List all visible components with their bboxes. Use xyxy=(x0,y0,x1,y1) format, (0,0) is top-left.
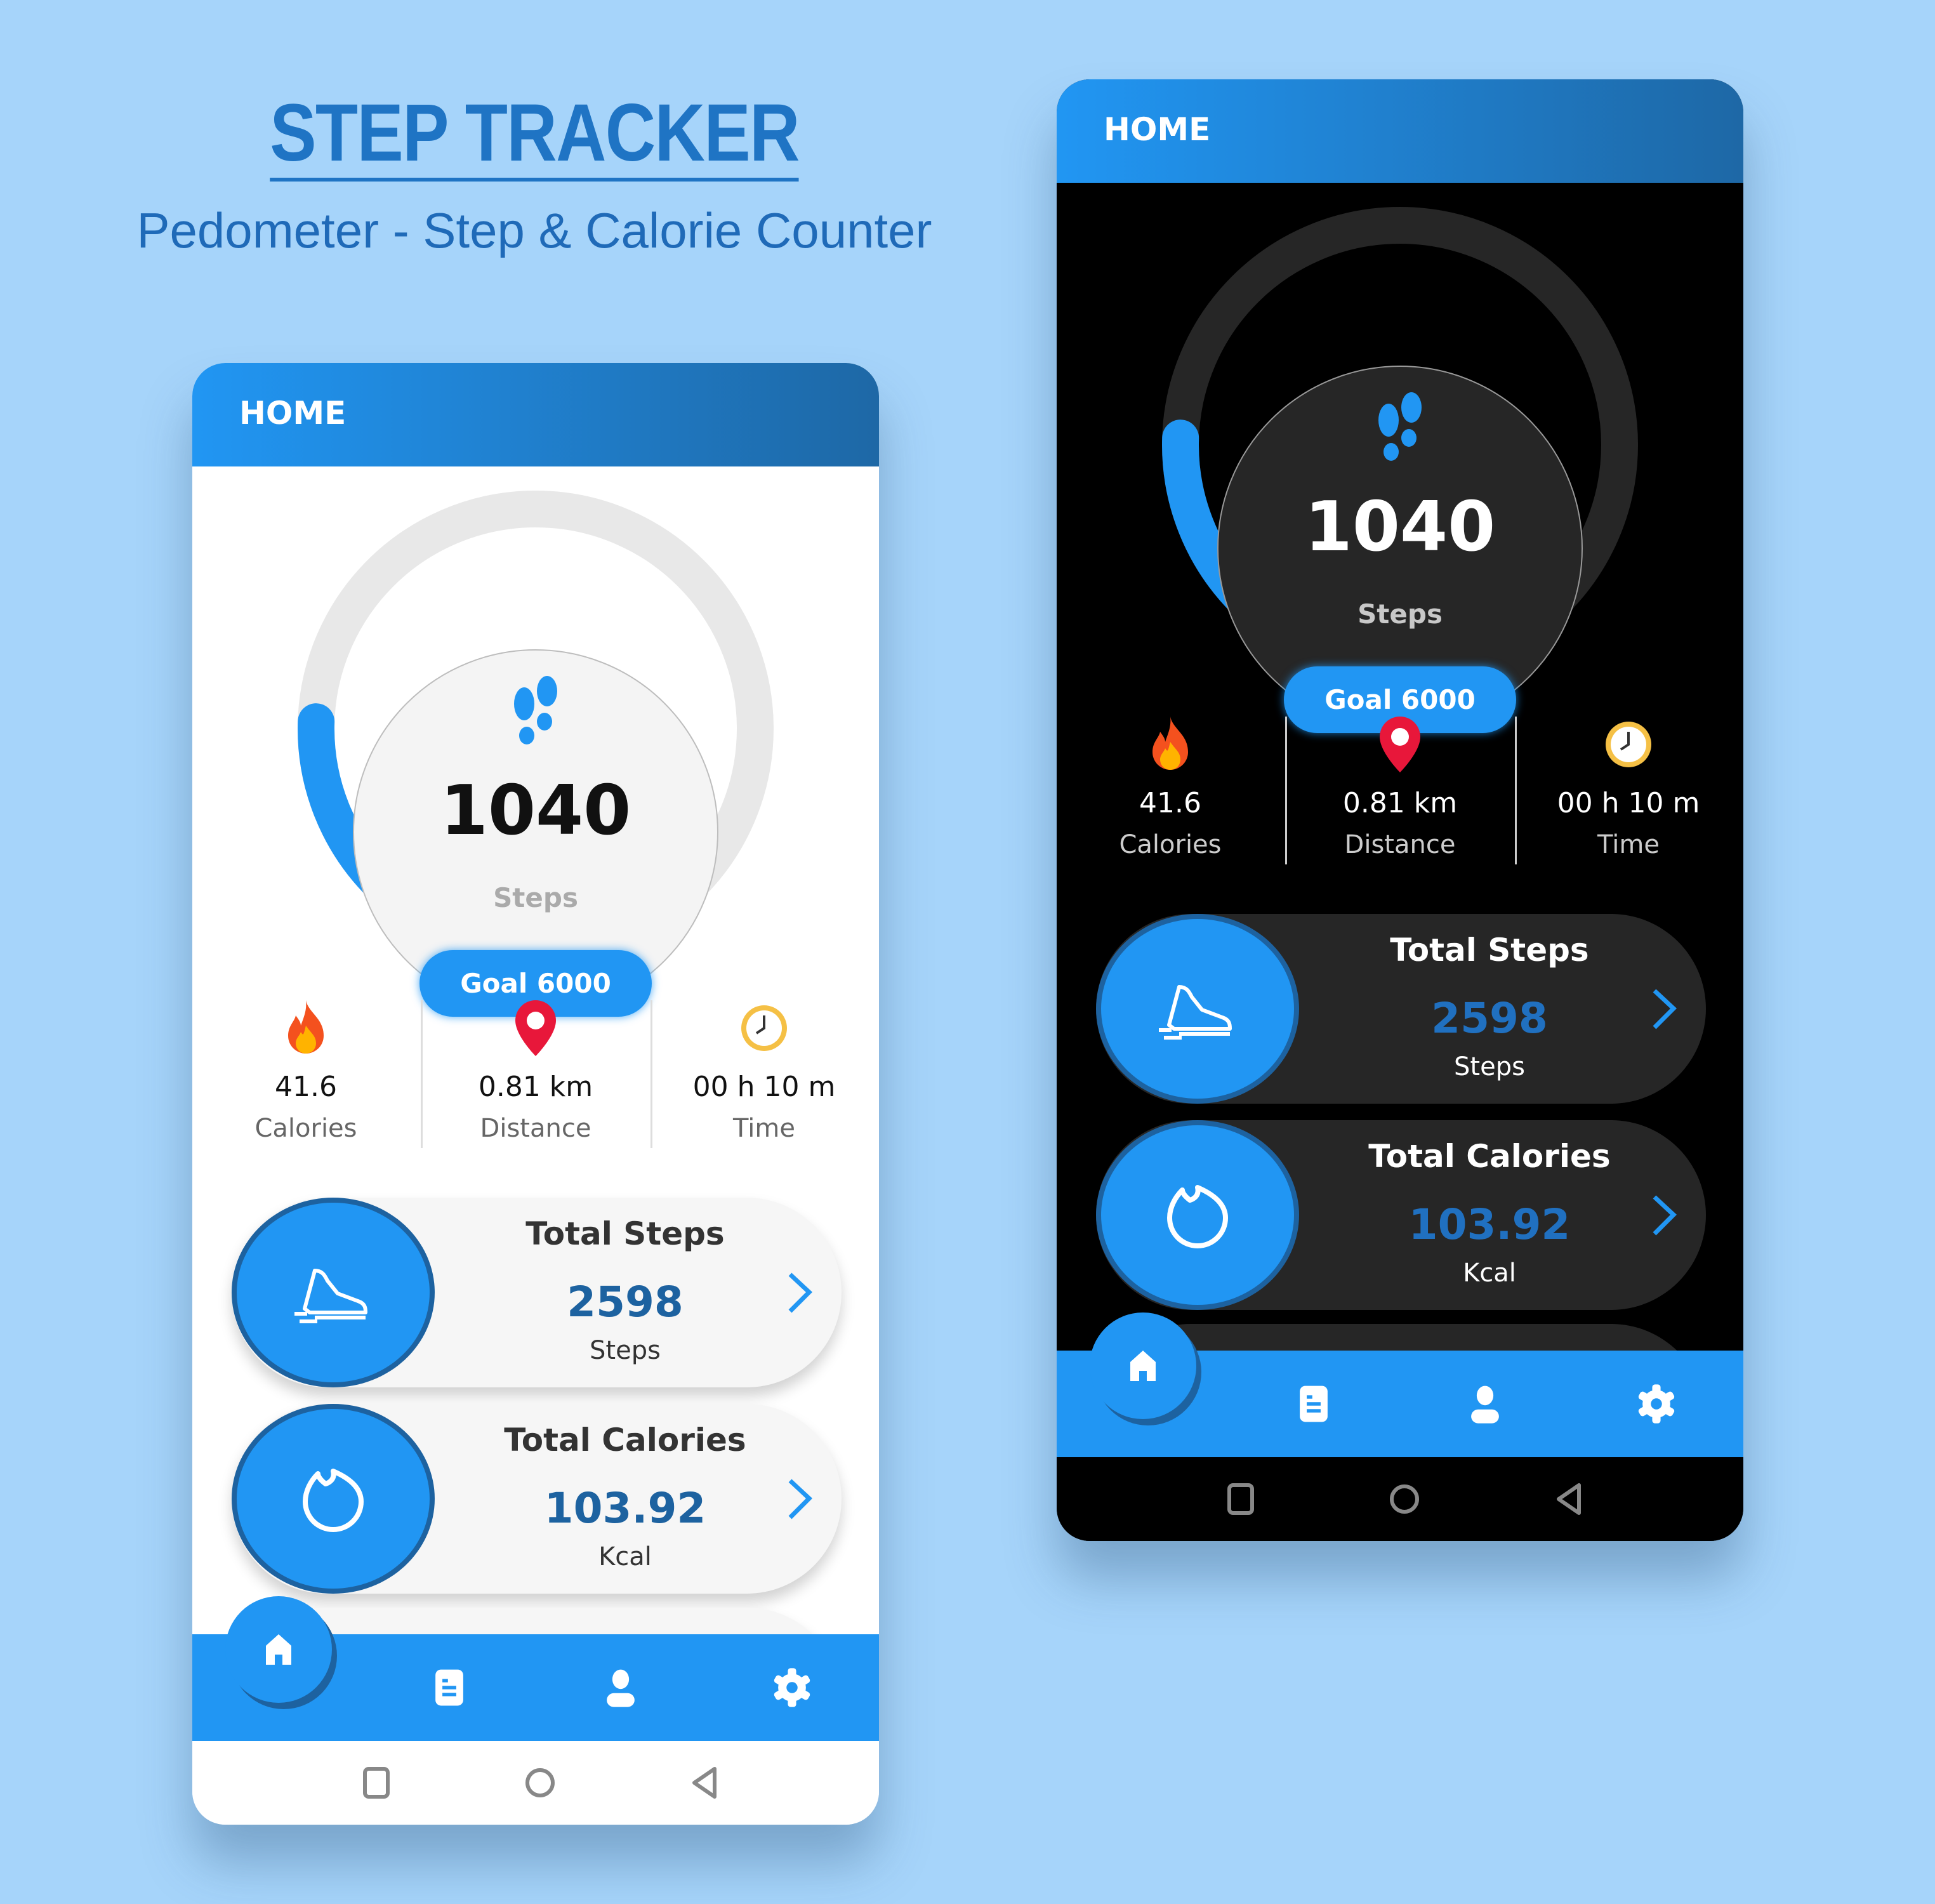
stat-value: 41.6 xyxy=(275,1071,337,1103)
chevron-right-icon[interactable] xyxy=(1648,987,1680,1031)
card-icon-circle xyxy=(1096,914,1299,1104)
header-title: HOME xyxy=(239,395,347,432)
card-title: Total Steps xyxy=(525,1215,725,1252)
recents-icon[interactable] xyxy=(356,1762,397,1803)
chevron-right-icon[interactable] xyxy=(784,1271,816,1315)
promo-subtitle: Pedometer - Step & Calorie Counter xyxy=(136,202,932,258)
nav-home-button[interactable] xyxy=(225,1596,332,1703)
stat-label: Calories xyxy=(1119,830,1222,859)
total-steps-card[interactable]: Total Steps 2598 Steps xyxy=(1096,914,1706,1104)
card-title: Total Steps xyxy=(1390,932,1589,969)
back-icon[interactable] xyxy=(1549,1479,1589,1519)
shoe-icon xyxy=(294,1268,367,1323)
stat-value: 0.81 km xyxy=(478,1071,593,1103)
total-steps-card[interactable]: Total Steps 2598 Steps xyxy=(232,1198,842,1387)
total-calories-card[interactable]: Total Calories 103.92 Kcal xyxy=(1096,1120,1706,1310)
step-count-label: Steps xyxy=(493,882,578,913)
step-gauge: 1040 Steps Goal 6000 xyxy=(192,466,879,1017)
clock-icon xyxy=(1606,722,1651,767)
card-icon-circle xyxy=(232,1198,435,1387)
promo-title: STEP TRACKER xyxy=(270,89,800,182)
card-unit: Steps xyxy=(1454,1052,1525,1081)
back-icon[interactable] xyxy=(684,1762,725,1803)
home-circle-icon[interactable] xyxy=(1384,1479,1425,1519)
card-title: Total Calories xyxy=(504,1422,746,1458)
phone-dark-theme: HOME 1040 Steps Goal 6000 41.6 Calories … xyxy=(1057,79,1743,1541)
location-pin-icon xyxy=(515,1000,556,1056)
stat-label: Time xyxy=(1597,830,1660,859)
report-icon[interactable] xyxy=(427,1665,472,1710)
card-value: 2598 xyxy=(1431,994,1548,1043)
phone-light-theme: HOME 1040 Steps Goal 6000 41.6 Calories … xyxy=(192,363,879,1825)
stat-label: Distance xyxy=(1344,830,1456,859)
divider xyxy=(1515,717,1517,864)
settings-icon[interactable] xyxy=(1634,1382,1679,1426)
nav-home-button[interactable] xyxy=(1090,1312,1196,1419)
report-icon[interactable] xyxy=(1291,1382,1336,1426)
footprints-icon xyxy=(1378,392,1422,461)
card-unit: Kcal xyxy=(1463,1259,1516,1288)
card-unit: Steps xyxy=(590,1336,661,1365)
stat-value: 41.6 xyxy=(1139,787,1201,819)
chevron-right-icon[interactable] xyxy=(784,1477,816,1521)
card-unit: Kcal xyxy=(598,1542,652,1571)
card-value: 2598 xyxy=(567,1278,684,1326)
divider xyxy=(1285,717,1287,864)
stat-label: Calories xyxy=(254,1114,357,1143)
profile-icon[interactable] xyxy=(1463,1382,1507,1426)
card-icon-circle xyxy=(1096,1120,1299,1310)
card-title: Total Calories xyxy=(1368,1138,1611,1175)
card-icon-circle xyxy=(232,1404,435,1594)
shoe-icon xyxy=(1159,984,1232,1040)
stat-value: 0.81 km xyxy=(1342,787,1458,819)
stat-value: 00 h 10 m xyxy=(1557,787,1700,819)
location-pin-icon xyxy=(1380,717,1420,772)
flame-outline-icon xyxy=(303,1468,364,1532)
recents-icon[interactable] xyxy=(1220,1479,1261,1519)
flame-outline-icon xyxy=(1167,1184,1228,1248)
divider xyxy=(421,1000,423,1148)
fire-icon xyxy=(288,1000,324,1054)
step-count-label: Steps xyxy=(1357,598,1443,630)
footprints-icon xyxy=(514,676,557,744)
step-count: 1040 xyxy=(440,771,631,850)
app-header: HOME xyxy=(1057,79,1743,183)
stat-label: Time xyxy=(733,1114,795,1143)
clock-icon xyxy=(741,1005,787,1051)
home-circle-icon[interactable] xyxy=(520,1762,560,1803)
settings-icon[interactable] xyxy=(770,1665,814,1710)
total-calories-card[interactable]: Total Calories 103.92 Kcal xyxy=(232,1404,842,1594)
chevron-right-icon[interactable] xyxy=(1648,1193,1680,1238)
fire-icon xyxy=(1152,717,1188,770)
step-gauge: 1040 Steps Goal 6000 xyxy=(1057,183,1743,733)
card-value: 103.92 xyxy=(544,1484,706,1533)
step-count: 1040 xyxy=(1304,487,1496,567)
home-icon xyxy=(266,1634,291,1665)
stat-value: 00 h 10 m xyxy=(692,1071,836,1103)
stat-label: Distance xyxy=(480,1114,591,1143)
card-value: 103.92 xyxy=(1408,1200,1571,1249)
home-icon xyxy=(1130,1351,1156,1381)
divider xyxy=(651,1000,652,1148)
app-header: HOME xyxy=(192,363,879,466)
header-title: HOME xyxy=(1104,111,1211,148)
profile-icon[interactable] xyxy=(598,1665,643,1710)
